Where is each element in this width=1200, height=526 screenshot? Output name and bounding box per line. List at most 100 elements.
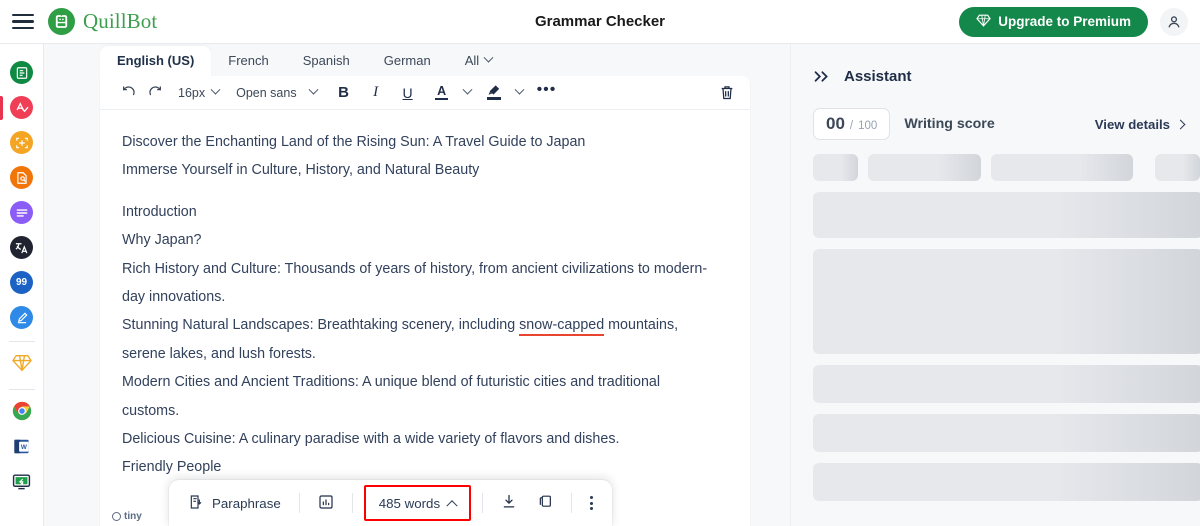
chevron-down-icon xyxy=(463,85,473,95)
writing-score-chip: 00 / 100 xyxy=(813,108,890,140)
left-sidebar: 99 xyxy=(0,44,44,526)
underline-button[interactable]: U xyxy=(395,80,421,106)
bar-chart-icon xyxy=(318,494,334,513)
more-vertical-icon xyxy=(590,496,593,510)
document-content[interactable]: Discover the Enchanting Land of the Risi… xyxy=(100,110,750,526)
sidebar-item-ai-writer[interactable] xyxy=(0,300,44,335)
editor-column: English (US) French Spanish German All xyxy=(44,44,790,526)
toolbar-divider-3 xyxy=(482,493,483,513)
underline-label: U xyxy=(403,85,413,101)
paraphrase-button[interactable]: Paraphrase xyxy=(179,488,290,518)
doc-paragraph-landscapes: Stunning Natural Landscapes: Breathtakin… xyxy=(122,311,720,368)
desktop-monitor-icon xyxy=(12,472,31,496)
sidebar-item-citation-generator[interactable]: 99 xyxy=(0,265,44,300)
download-button[interactable] xyxy=(492,488,526,518)
quillbot-app: QuillBot Grammar Checker Upgrade to Prem… xyxy=(0,0,1200,526)
italic-button[interactable]: I xyxy=(363,80,389,106)
double-chevron-right-icon[interactable] xyxy=(813,70,830,83)
text-color-chevron[interactable] xyxy=(455,80,481,106)
app-header: QuillBot Grammar Checker Upgrade to Prem… xyxy=(0,0,1200,44)
doc-title: Discover the Enchanting Land of the Risi… xyxy=(122,128,720,156)
delete-document-button[interactable] xyxy=(714,80,740,106)
tiny-label: tiny xyxy=(124,511,142,522)
word-count-label: 485 words xyxy=(379,496,440,511)
sidebar-item-chrome-extension[interactable] xyxy=(0,396,44,431)
font-size-value: 16px xyxy=(175,86,208,100)
ai-writer-icon xyxy=(10,306,33,329)
skeleton-block xyxy=(813,463,1200,501)
quillbot-logo[interactable]: QuillBot xyxy=(48,8,157,35)
word-count-button[interactable]: 485 words xyxy=(370,488,465,518)
skeleton-block xyxy=(813,414,1200,452)
font-size-select[interactable]: 16px xyxy=(171,80,223,106)
grammar-error-snow-capped[interactable]: snow-capped xyxy=(519,317,604,336)
sidebar-item-desktop-app[interactable] xyxy=(0,466,44,501)
doc-subtitle: Immerse Yourself in Culture, History, an… xyxy=(122,156,720,184)
plagiarism-checker-icon xyxy=(10,166,33,189)
sidebar-item-translator[interactable] xyxy=(0,230,44,265)
more-formatting-button[interactable]: ••• xyxy=(533,80,561,106)
sidebar-item-summarizer[interactable] xyxy=(0,195,44,230)
tab-french[interactable]: French xyxy=(211,46,285,76)
toolbar-divider-2 xyxy=(352,493,353,513)
ai-detector-icon xyxy=(10,131,33,154)
bold-button[interactable]: B xyxy=(331,80,357,106)
bold-label: B xyxy=(338,84,349,101)
sidebar-item-word-addin[interactable]: W xyxy=(0,431,44,466)
citation-generator-icon: 99 xyxy=(10,271,33,294)
user-account-icon[interactable] xyxy=(1160,8,1188,36)
formatting-toolbar: 16px Open sans B I U xyxy=(100,76,750,110)
skeleton-chip xyxy=(1155,154,1200,181)
doc-paragraph-people: Friendly People xyxy=(122,453,720,481)
highlight-chevron[interactable] xyxy=(507,80,533,106)
writing-score-label: Writing score xyxy=(904,116,994,132)
sidebar-item-premium[interactable] xyxy=(0,348,44,383)
word-icon: W xyxy=(12,437,31,461)
view-details-link[interactable]: View details xyxy=(1095,117,1184,132)
toolbar-divider xyxy=(299,493,300,513)
tab-german[interactable]: German xyxy=(367,46,448,76)
chevron-down-icon xyxy=(308,85,318,95)
skeleton-chip xyxy=(991,154,1133,181)
hamburger-menu-icon[interactable] xyxy=(12,14,34,30)
score-value: 00 xyxy=(826,109,845,139)
sidebar-divider xyxy=(9,341,35,342)
more-options-button[interactable] xyxy=(581,488,602,518)
chevron-down-icon xyxy=(484,53,494,63)
score-separator: / xyxy=(850,120,853,132)
upgrade-button-label: Upgrade to Premium xyxy=(998,14,1131,29)
sidebar-item-paraphraser[interactable] xyxy=(0,55,44,90)
more-label: ••• xyxy=(537,81,557,99)
chrome-icon xyxy=(12,401,32,426)
upgrade-to-premium-button[interactable]: Upgrade to Premium xyxy=(959,7,1148,37)
tab-spanish[interactable]: Spanish xyxy=(286,46,367,76)
copy-button[interactable] xyxy=(528,488,562,518)
sidebar-item-grammar-checker[interactable] xyxy=(0,90,44,125)
tinymce-attribution[interactable]: tiny xyxy=(112,511,142,522)
italic-label: I xyxy=(373,84,378,101)
paragraph-text-before: Stunning Natural Landscapes: Breathtakin… xyxy=(122,317,519,333)
assistant-loading-skeletons xyxy=(791,140,1200,501)
highlight-button[interactable] xyxy=(481,80,507,106)
tab-label: All xyxy=(465,53,479,68)
doc-paragraph-history: Rich History and Culture: Thousands of y… xyxy=(122,255,720,312)
editor-bottom-toolbar: Paraphrase 485 words xyxy=(169,480,612,526)
redo-icon[interactable] xyxy=(142,80,168,106)
skeleton-chip-row xyxy=(813,154,1200,181)
font-family-select[interactable]: Open sans xyxy=(229,80,320,106)
brand-name: QuillBot xyxy=(83,9,157,34)
text-color-button[interactable]: A xyxy=(429,80,455,106)
statistics-button[interactable] xyxy=(309,488,343,518)
translator-icon xyxy=(10,236,33,259)
tab-english-us[interactable]: English (US) xyxy=(100,46,211,76)
tab-all-languages[interactable]: All xyxy=(448,46,509,76)
score-total: 100 xyxy=(858,120,877,132)
skeleton-block xyxy=(813,249,1200,354)
summarizer-icon xyxy=(10,201,33,224)
sidebar-item-plagiarism-checker[interactable] xyxy=(0,160,44,195)
chevron-up-icon xyxy=(446,500,457,511)
download-icon xyxy=(501,493,517,513)
text-color-label: A xyxy=(437,86,446,97)
sidebar-item-ai-detector[interactable] xyxy=(0,125,44,160)
undo-icon[interactable] xyxy=(116,80,142,106)
